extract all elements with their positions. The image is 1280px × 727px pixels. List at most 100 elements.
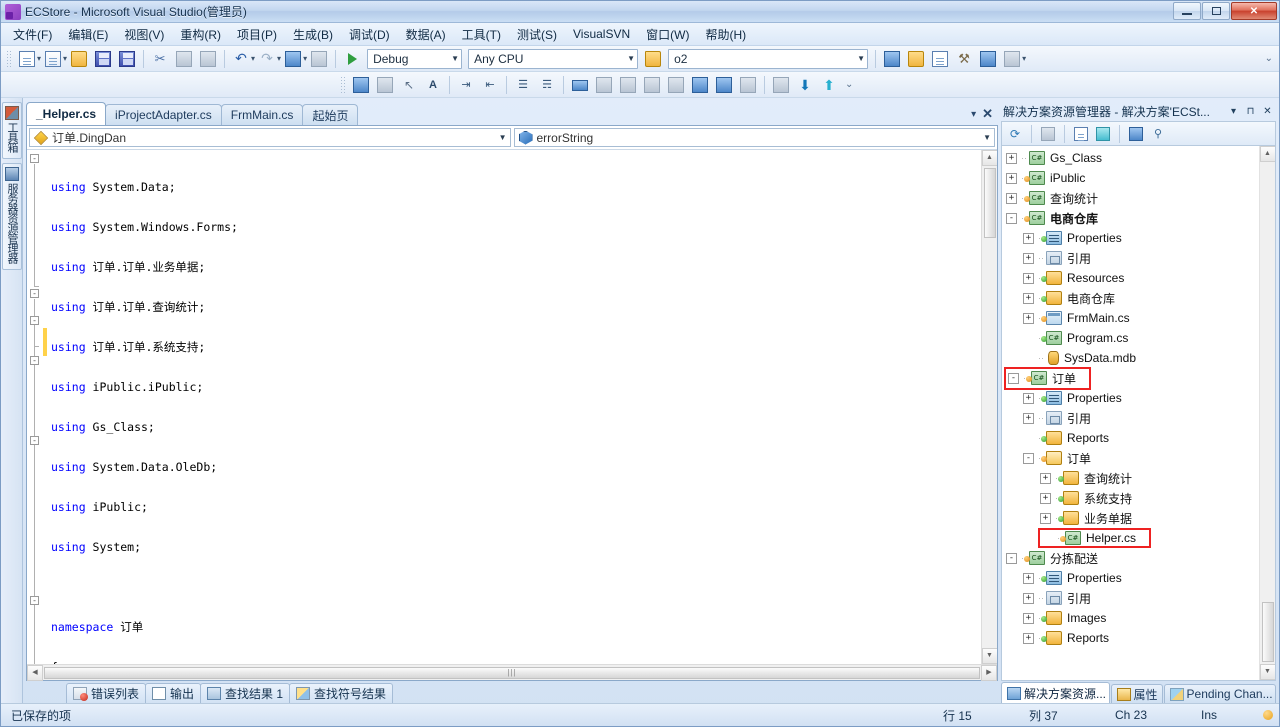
solution-explorer-dropdown-icon[interactable]: ▾ [1227,106,1240,117]
menu-item-test[interactable]: 测试(S) [509,23,565,46]
tree-item[interactable]: +··查询统计 [1002,188,1259,208]
menu-item-help[interactable]: 帮助(H) [697,23,754,46]
open-file-icon[interactable] [68,48,90,70]
save-all-icon[interactable] [116,48,138,70]
tree-item[interactable]: + ·· 引用 [1002,248,1259,268]
tree-item[interactable]: -··电商仓库 [1002,208,1259,228]
tree-scroll-thumb[interactable] [1261,602,1274,662]
expand-icon[interactable]: + [1023,592,1034,604]
toolbar-grip[interactable] [6,49,12,68]
show-all-files-icon[interactable] [1038,124,1058,144]
code-text[interactable]: using System.Data; using System.Windows.… [47,150,981,664]
solution-explorer-close-icon[interactable]: ✕ [1261,106,1274,117]
paste-icon[interactable] [197,48,219,70]
sidebar-tab-toolbox[interactable]: 工具箱 [2,102,22,159]
collapse-icon[interactable]: - [1006,212,1017,224]
tab-list-dropdown-icon[interactable]: ▾ [971,109,976,120]
tree-item[interactable]: + ·· Gs_Class [1002,148,1259,168]
indent-decrease-icon[interactable]: ⇤ [479,74,501,96]
expand-icon[interactable]: + [1023,392,1034,404]
close-button[interactable]: ✕ [1231,2,1277,20]
tree-item[interactable]: +··业务单据 [1002,508,1259,528]
expand-icon[interactable]: + [1023,292,1034,304]
navigate-back-icon[interactable] [282,48,304,70]
horizontal-scroll-thumb[interactable]: ||| [44,666,980,679]
solution-platform-dropdown[interactable]: Any CPU ▼ [468,48,639,69]
bottom-tab-output[interactable]: 输出 [145,683,202,703]
vertical-scroll-thumb[interactable] [983,168,996,238]
scroll-right-button[interactable]: ▶ [981,664,997,681]
close-document-icon[interactable]: ✕ [982,106,993,122]
new-item2-icon[interactable] [929,48,951,70]
tree-item[interactable]: +··电商仓库 [1002,288,1259,308]
scroll-left-button[interactable]: ◀ [27,664,43,681]
member-navigation-dropdown[interactable]: errorString ▼ [513,128,995,147]
bottom-tab-error-list[interactable]: 错误列表 [66,683,147,703]
arrow-up-icon[interactable]: ⬆ [818,74,840,96]
quick-find-input[interactable]: o2 ▼ [668,48,869,69]
menu-item-file[interactable]: 文件(F) [5,23,60,46]
copy-icon[interactable] [173,48,195,70]
arrow-down-icon[interactable]: ⬇ [794,74,816,96]
console-icon[interactable] [1001,48,1023,70]
font-size-icon[interactable]: A [422,74,444,96]
comment-prev-icon[interactable] [641,74,663,96]
menu-item-edit[interactable]: 编辑(E) [60,23,116,46]
solution-configuration-dropdown[interactable]: Debug ▼ [367,48,463,69]
outlining-gutter[interactable]: - - - - - - [27,150,43,664]
tab-start-page[interactable]: 起始页 [302,104,359,125]
tree-scroll-up-button[interactable]: ▲ [1259,146,1275,162]
refresh-project-icon[interactable] [1093,124,1113,144]
find-in-files-icon[interactable] [642,48,664,70]
expand-icon[interactable]: + [1023,232,1034,244]
navigate-forward-icon[interactable] [308,48,330,70]
comment-next-icon[interactable] [617,74,639,96]
solution-explorer-pin-icon[interactable]: ⊓ [1244,106,1257,117]
collapse-icon[interactable]: - [1023,452,1034,464]
redo-icon[interactable]: ↷ [256,48,278,70]
scroll-up-button[interactable]: ▲ [981,150,997,166]
outdent-icon[interactable] [689,74,711,96]
expand-icon[interactable]: + [1040,492,1051,504]
fold-marker-method2[interactable]: - [30,596,39,605]
tree-item[interactable]: ·· SysData.mdb [1002,348,1259,368]
expand-icon[interactable]: + [1023,572,1034,584]
pane-tab-properties[interactable]: 属性 [1110,684,1163,703]
menu-item-refactor[interactable]: 重构(R) [172,23,229,46]
menu-item-data[interactable]: 数据(A) [398,23,454,46]
menu-item-project[interactable]: 项目(P) [229,23,285,46]
find-icon[interactable]: ⚲ [1148,124,1168,144]
expand-icon[interactable]: + [1023,632,1034,644]
sidebar-tab-server-explorer[interactable]: 服务器资源管理器 [2,163,22,270]
tree-item[interactable]: +··iPublic [1002,168,1259,188]
toolbar-overflow-icon[interactable]: ⌄ [1265,53,1279,64]
maximize-button[interactable] [1202,2,1230,20]
tools-options-icon[interactable]: ⚒ [953,48,975,70]
toggle-bookmark-icon[interactable] [374,74,396,96]
text-toolbar-overflow-icon[interactable]: ⌄ [841,79,853,90]
mouse-pointer-icon[interactable]: ↖ [398,74,420,96]
menu-item-window[interactable]: 窗口(W) [638,23,697,46]
bookmark-icon[interactable] [770,74,792,96]
expand-icon[interactable]: + [1006,172,1017,184]
tree-item[interactable]: -··订单 [1002,366,1259,390]
refresh-icon[interactable]: ⟳ [1005,124,1025,144]
new-item-icon[interactable] [42,48,64,70]
comment-disabled-icon[interactable] [737,74,759,96]
minimize-button[interactable] [1173,2,1201,20]
tree-item[interactable]: + ·· 引用 [1002,408,1259,428]
comment-icon[interactable]: ☰ [512,74,534,96]
pane-tab-solution-explorer[interactable]: 解决方案资源... [1001,682,1110,703]
tree-item[interactable]: +··系统支持 [1002,488,1259,508]
expand-icon[interactable]: + [1006,192,1017,204]
tree-item[interactable]: ··Program.cs [1002,328,1259,348]
fold-marker-class[interactable]: - [30,356,39,365]
tree-item[interactable]: +··FrmMain.cs [1002,308,1259,328]
tree-item[interactable]: +··查询统计 [1002,468,1259,488]
scroll-down-button[interactable]: ▼ [981,648,997,664]
new-project-icon[interactable] [16,48,38,70]
solution-tree-scrollbar[interactable]: ▲ ▼ [1259,146,1275,680]
view-code-icon[interactable] [1071,124,1091,144]
expand-icon[interactable]: + [1006,152,1017,164]
tree-scroll-down-button[interactable]: ▼ [1259,664,1275,680]
